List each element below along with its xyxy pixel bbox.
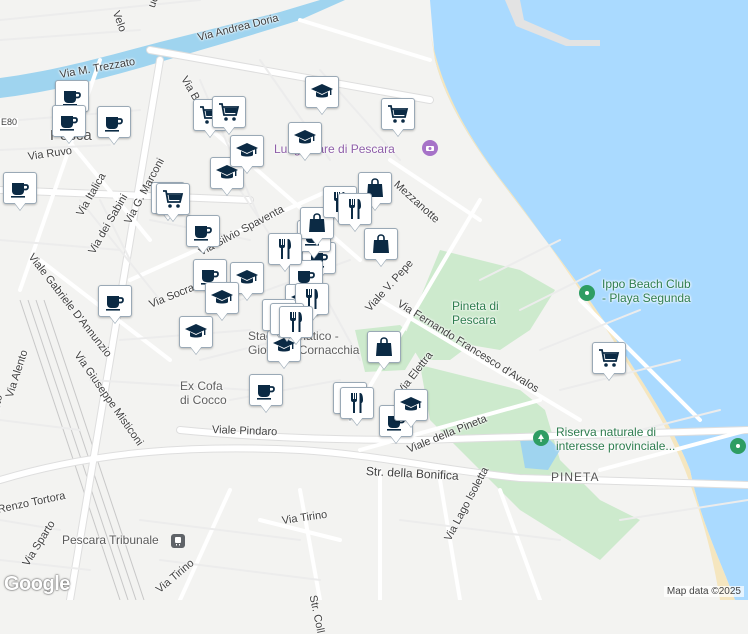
poi-marker-coffee[interactable] (186, 215, 220, 255)
cafe-icon (106, 296, 124, 311)
poi-marker-coffee[interactable] (98, 285, 132, 325)
cafe-icon (105, 117, 123, 132)
poi-marker-cart[interactable] (156, 183, 190, 223)
place-icon (585, 291, 589, 295)
shopping-cart-icon (388, 105, 409, 123)
cafe-icon (257, 385, 275, 400)
poi-marker-school[interactable] (305, 76, 339, 116)
poi-marker-school[interactable] (288, 122, 322, 162)
school-icon (211, 290, 233, 304)
school-icon (185, 324, 207, 338)
google-logo: Google (4, 573, 70, 595)
poi-label-ippo-beach: Ippo Beach Club - Playa Segunda (602, 277, 691, 305)
shopping-bag-icon (376, 337, 392, 356)
poi-marker-coffee[interactable] (249, 374, 283, 414)
riserva-pin[interactable] (533, 430, 549, 446)
cafe-icon (11, 183, 29, 198)
poi-marker-cart[interactable] (381, 98, 415, 138)
poi-marker-coffee[interactable] (97, 106, 131, 146)
poi-marker-cart[interactable] (212, 96, 246, 136)
lungomare-pin[interactable] (422, 140, 438, 156)
place-label-pescara-tribunale: Pescara Tribunale (62, 533, 159, 547)
restaurant-icon (351, 393, 363, 413)
cafe-icon (194, 226, 212, 241)
edge-pin[interactable] (730, 438, 746, 454)
restaurant-icon (290, 312, 302, 332)
shopping-cart-icon (163, 190, 184, 208)
poi-label-riserva: Riserva naturale di interesse provincial… (556, 425, 676, 453)
shopping-bag-icon (373, 234, 389, 253)
poi-marker-bag[interactable] (367, 331, 401, 371)
place-icon (736, 444, 740, 448)
shopping-cart-icon (219, 103, 240, 121)
poi-marker-school[interactable] (230, 135, 264, 175)
place-label-ex-cofa: Ex Cofa di Cocco (180, 379, 227, 407)
place-label-pineta-di-pescara: Pineta di Pescara (452, 299, 499, 327)
poi-marker-food[interactable] (279, 306, 313, 346)
poi-marker-cart[interactable] (592, 342, 626, 382)
street-label: Str. Coll (306, 594, 327, 634)
poi-marker-food[interactable] (268, 233, 302, 273)
restaurant-icon (279, 239, 291, 259)
school-icon (311, 84, 333, 98)
poi-marker-bag[interactable] (364, 228, 398, 268)
place-label-pineta: PINETA (551, 470, 600, 484)
ippo-beach-pin[interactable] (579, 285, 595, 301)
street-label: Viale Pindaro (211, 424, 278, 439)
poi-marker-school[interactable] (179, 316, 213, 356)
poi-marker-food[interactable] (340, 387, 374, 427)
school-icon (400, 397, 422, 411)
shopping-cart-icon (599, 349, 620, 367)
poi-marker-coffee[interactable] (3, 172, 37, 212)
train-station-icon[interactable] (171, 534, 185, 548)
poi-marker-school[interactable] (394, 389, 428, 429)
poi-marker-food[interactable] (338, 193, 372, 233)
poi-marker-coffee[interactable] (52, 105, 86, 145)
map-attribution[interactable]: Map data ©2025 (663, 586, 744, 597)
school-icon (236, 143, 258, 157)
tree-icon (538, 434, 544, 442)
cafe-icon (60, 116, 78, 131)
restaurant-icon (349, 199, 361, 219)
street-label: E80 (0, 117, 19, 127)
school-icon (294, 130, 316, 144)
camera-icon (426, 146, 434, 151)
